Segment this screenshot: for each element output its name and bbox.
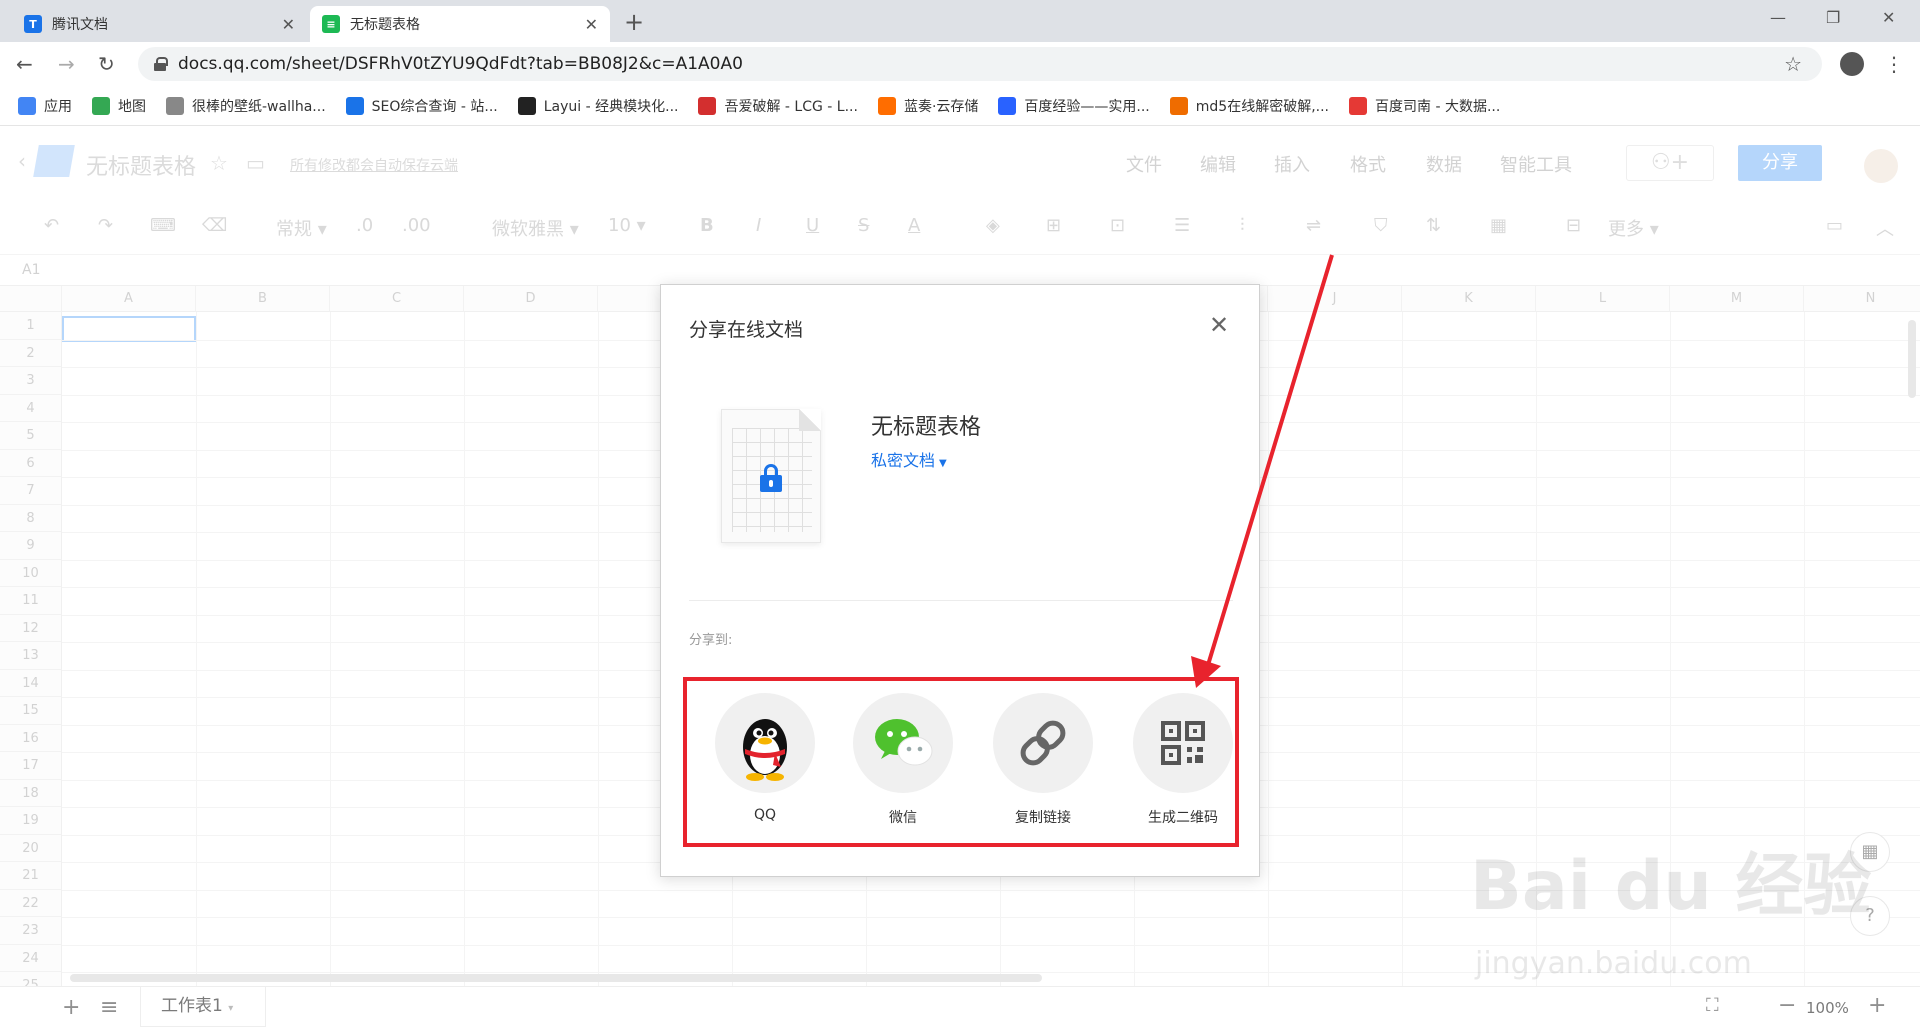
share-wechat-label: 微信 [889,810,917,826]
bookmark-item[interactable]: Layui - 经典模块化... [517,96,679,116]
tencent-docs-icon: T [24,15,42,33]
bookmark-favicon-icon [998,96,1017,115]
profile-icon[interactable] [1840,52,1864,76]
copy-link-button[interactable]: 复制链接 [983,693,1103,827]
bookmark-star-icon[interactable]: ☆ [1784,52,1802,76]
bookmark-favicon-icon [345,96,364,115]
close-tab-icon[interactable]: ✕ [585,15,598,34]
bookmark-favicon-icon [18,96,36,115]
bookmark-item[interactable]: 应用 [18,96,72,116]
lock-icon [154,57,168,71]
baidu-watermark-url: jingyan.baidu.com [1475,946,1752,981]
bookmark-favicon-icon [1169,96,1188,115]
bookmark-favicon-icon [517,96,536,115]
reload-icon[interactable]: ↻ [98,52,115,76]
minimize-icon[interactable]: — [1770,8,1786,27]
browser-tab-untitled-sheet[interactable]: ≡ 无标题表格 ✕ [310,6,610,42]
link-icon [993,693,1093,793]
address-bar: ← → ↻ docs.qq.com/sheet/DSFRhV0tZYU9QdFd… [0,42,1920,86]
lock-icon [760,464,782,492]
share-dialog: 分享在线文档 ✕ 无标题表格 私密文档 ▼ 分享到: QQ 微信 复制链接 生成… [660,284,1260,877]
share-to-label: 分享到: [689,633,733,648]
bookmark-label: 吾爱破解 - LCG - L... [724,98,858,115]
bookmark-label: 蓝奏·云存储 [903,98,979,115]
bookmark-favicon-icon [877,96,896,115]
browser-tab-bar: T 腾讯文档 ✕ ≡ 无标题表格 ✕ + — ❐ ✕ [0,0,1920,42]
forward-icon[interactable]: → [58,52,75,76]
browser-menu-icon[interactable]: ⋮ [1884,52,1904,76]
new-tab-icon[interactable]: + [624,8,644,36]
file-thumbnail [721,409,821,543]
browser-tab-tencent-docs[interactable]: T 腾讯文档 ✕ [12,6,307,42]
bookmark-label: 应用 [44,98,72,115]
back-icon[interactable]: ← [16,52,33,76]
bookmark-favicon-icon [92,96,110,115]
url-field[interactable]: docs.qq.com/sheet/DSFRhV0tZYU9QdFdt?tab=… [138,47,1822,81]
bookmark-item[interactable]: 地图 [92,96,146,116]
bookmark-label: 很棒的壁纸-wallha... [192,98,326,115]
window-close-icon[interactable]: ✕ [1882,8,1895,27]
share-qq-button[interactable]: QQ [705,693,825,823]
restore-icon[interactable]: ❐ [1826,8,1840,27]
copy-link-label: 复制链接 [1015,810,1071,826]
url-text: docs.qq.com/sheet/DSFRhV0tZYU9QdFdt?tab=… [178,54,743,74]
tab-title: 无标题表格 [350,17,420,33]
bookmark-label: 百度经验——实用... [1024,98,1150,115]
page-fold [799,409,821,431]
bookmark-item[interactable]: 蓝奏·云存储 [877,96,979,116]
bookmark-favicon-icon [1349,96,1367,115]
bookmark-label: SEO综合查询 - 站... [371,98,498,115]
close-tab-icon[interactable]: ✕ [282,15,295,34]
bookmark-item[interactable]: 百度经验——实用... [998,96,1150,116]
bookmark-item[interactable]: SEO综合查询 - 站... [345,96,498,116]
bookmark-label: Layui - 经典模块化... [543,98,679,115]
tab-title: 腾讯文档 [52,17,108,33]
bookmark-item[interactable]: 很棒的壁纸-wallha... [166,96,326,116]
bookmark-item[interactable]: md5在线解密破解,... [1169,96,1329,116]
close-icon[interactable]: ✕ [1209,311,1229,339]
generate-qr-label: 生成二维码 [1148,810,1218,826]
generate-qr-button[interactable]: 生成二维码 [1123,693,1243,827]
share-qq-label: QQ [753,807,777,823]
qq-penguin-icon [715,693,815,793]
sheet-icon: ≡ [322,15,340,33]
divider [689,600,1233,601]
bookmark-label: 百度司南 - 大数据... [1375,98,1501,115]
bookmarks-bar: 应用 地图 很棒的壁纸-wallha... SEO综合查询 - 站... Layui -… [0,86,1920,126]
qr-code-icon [1133,693,1233,793]
baidu-watermark-logo: Bai du 经验 [1470,847,1872,926]
bookmark-item[interactable]: 吾爱破解 - LCG - L... [698,96,858,116]
caret-down-icon: ▼ [939,458,947,469]
wechat-icon [853,693,953,793]
bookmark-label: 地图 [118,98,146,115]
bookmark-label: md5在线解密破解,... [1195,98,1329,115]
share-wechat-button[interactable]: 微信 [843,693,963,827]
file-name: 无标题表格 [871,415,982,440]
bookmark-favicon-icon [166,96,184,115]
privacy-label: 私密文档 [871,451,936,470]
privacy-dropdown[interactable]: 私密文档 ▼ [871,447,947,471]
bookmark-favicon-icon [698,96,717,115]
dialog-title: 分享在线文档 [689,319,804,341]
bookmark-item[interactable]: 百度司南 - 大数据... [1349,96,1500,116]
